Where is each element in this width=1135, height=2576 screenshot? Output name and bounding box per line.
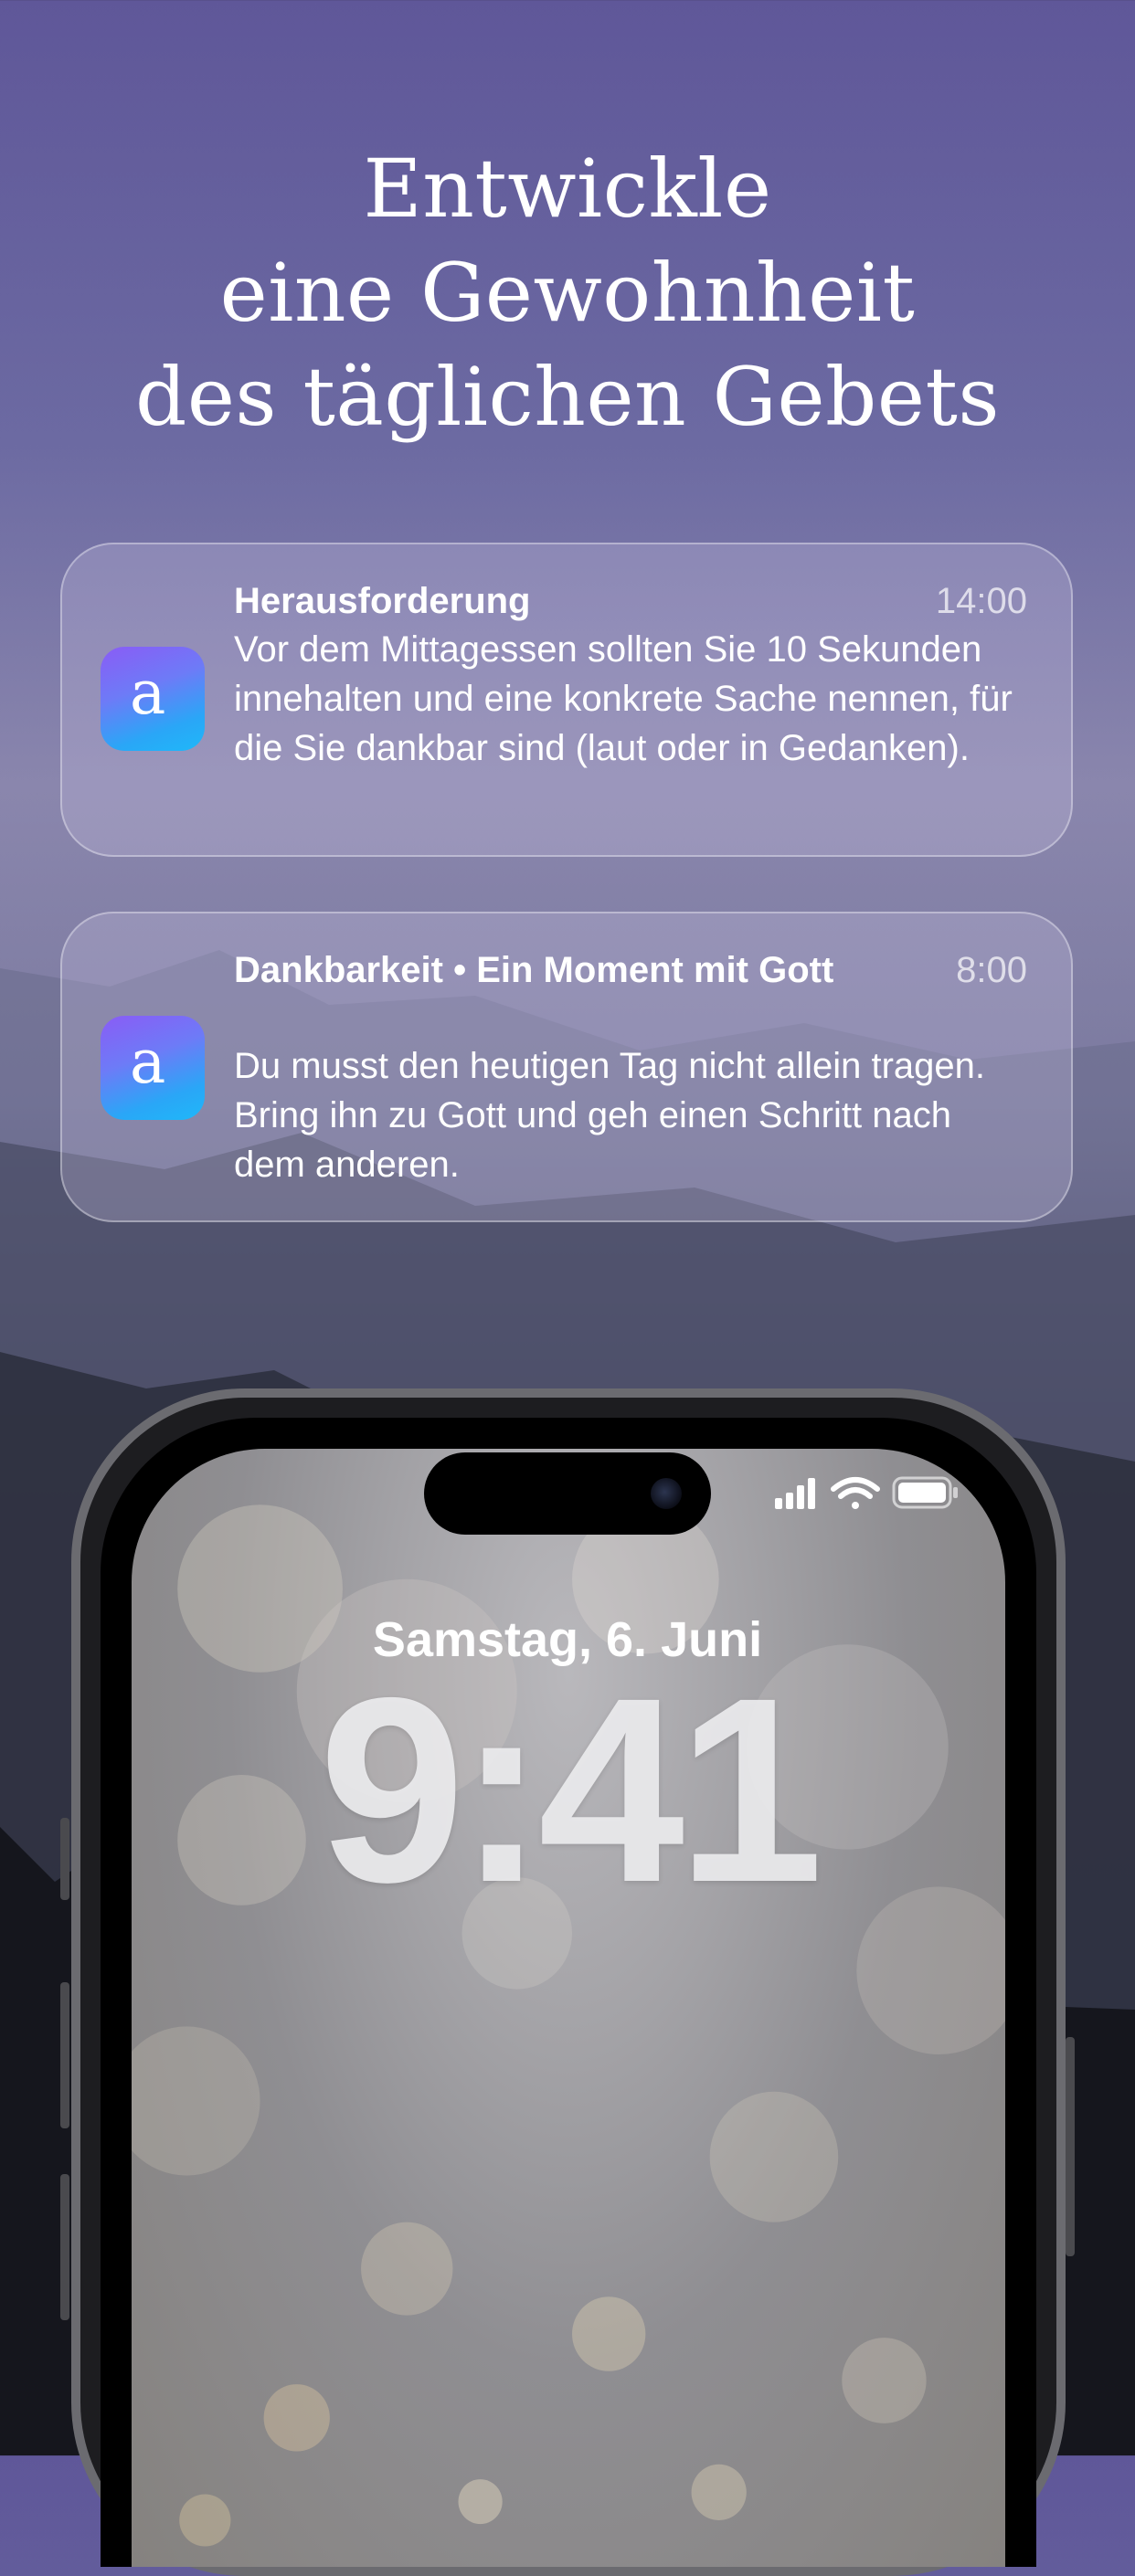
phone-power-button — [1066, 2037, 1075, 2256]
notification-body: Du musst den heutigen Tag nicht allein t… — [234, 1046, 986, 1185]
front-camera-icon — [651, 1478, 682, 1509]
notification-title: Herausforderung — [234, 581, 531, 621]
phone-frame — [71, 1388, 1066, 2576]
battery-icon — [892, 1476, 958, 1509]
dynamic-island — [424, 1452, 711, 1535]
notification-body: Vor dem Mittagessen sollten Sie 10 Sekun… — [234, 629, 1013, 768]
status-bar-icons — [775, 1476, 958, 1509]
lock-screen-time: 9:41 — [318, 1643, 823, 1937]
headline-line-1: Entwickle — [363, 142, 772, 236]
phone-volume-down-button — [60, 2174, 69, 2320]
notification-card[interactable]: a Herausforderung 14:00 Vor dem Mittages… — [60, 543, 1073, 857]
signal-icon — [775, 1478, 815, 1509]
phone-bezel — [101, 1418, 1036, 2567]
notification-time: 14:00 — [935, 581, 1027, 621]
app-a-icon: a — [101, 647, 205, 751]
notification-time: 8:00 — [956, 950, 1027, 990]
wifi-icon — [831, 1477, 880, 1509]
app-icon-glyph: a — [130, 1027, 166, 1097]
phone-volume-up-button — [60, 1982, 69, 2128]
notification-title: Dankbarkeit • Ein Moment mit Gott — [234, 950, 834, 990]
headline: Entwickle eine Gewohnheit des täglichen … — [0, 137, 1135, 449]
headline-line-3: des täglichen Gebets — [135, 350, 1000, 444]
app-icon-glyph: a — [130, 658, 166, 728]
headline-line-2: eine Gewohnheit — [219, 246, 916, 340]
notification-card[interactable]: a Dankbarkeit • Ein Moment mit Gott 8:00… — [60, 912, 1073, 1222]
app-a-icon: a — [101, 1016, 205, 1120]
